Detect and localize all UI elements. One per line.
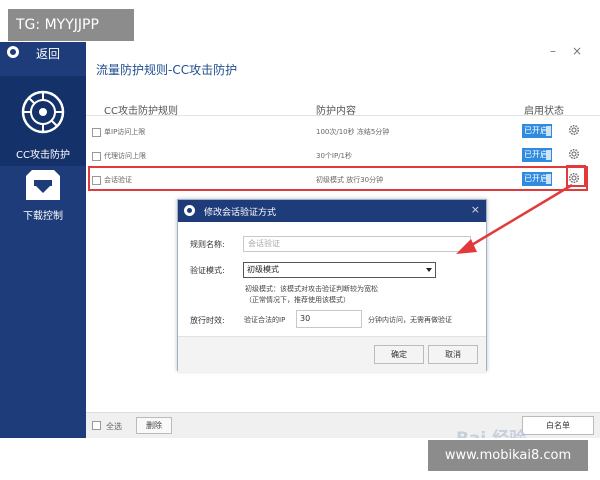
watermark-tag-top: TG: MYYJJPP xyxy=(8,9,134,41)
watermark-tag-bottom: www.mobikai8.com xyxy=(428,440,588,471)
whitelist-button[interactable]: 白名单 xyxy=(522,416,594,435)
screenshot: TG: MYYJJPP 返回 CC攻击防护 下载控制 – × 流量防护规则-CC… xyxy=(0,0,600,480)
delete-button[interactable]: 删除 xyxy=(136,417,172,434)
select-all-label: 全选 xyxy=(106,422,122,431)
baidu-watermark: Bai 经验 xyxy=(456,424,526,438)
red-arrow-annotation xyxy=(456,183,573,254)
select-all-checkbox[interactable] xyxy=(92,421,101,430)
app-window: 返回 CC攻击防护 下载控制 – × 流量防护规则-CC攻击防护 CC攻击防护规… xyxy=(0,42,600,438)
